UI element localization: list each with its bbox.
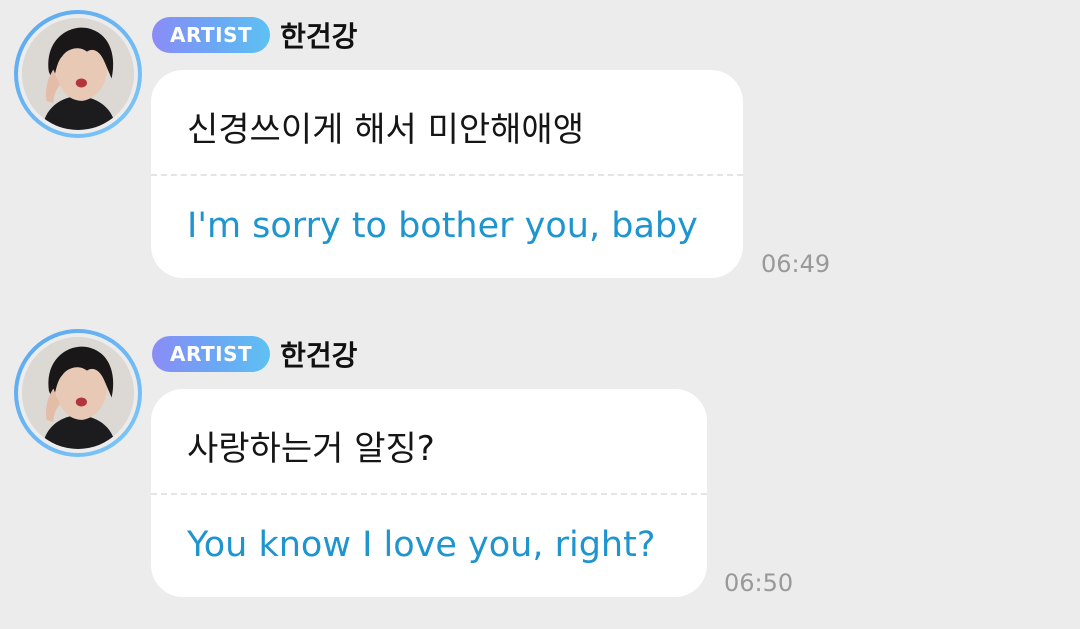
message-bubble[interactable]: 사랑하는거 알징? You know I love you, right? (151, 389, 707, 597)
divider (151, 174, 743, 176)
sender-row: ARTIST 한건강 (152, 15, 357, 55)
timestamp: 06:50 (724, 569, 794, 597)
original-text: 사랑하는거 알징? (187, 429, 435, 469)
translation-text: I'm sorry to bother you, baby (187, 206, 698, 246)
avatar-photo (22, 18, 134, 130)
sender-row: ARTIST 한건강 (152, 334, 357, 374)
artist-badge: ARTIST (152, 17, 271, 53)
translation-text: You know I love you, right? (187, 525, 656, 565)
divider (151, 493, 707, 495)
sender-name: 한건강 (280, 20, 358, 53)
timestamp: 06:49 (761, 250, 831, 278)
chat-message: ARTIST 한건강 사랑하는거 알징? You know I love you… (0, 319, 1080, 619)
avatar[interactable] (14, 329, 142, 457)
sender-name: 한건강 (280, 339, 358, 372)
message-bubble[interactable]: 신경쓰이게 해서 미안해애앵 I'm sorry to bother you, … (151, 70, 743, 278)
original-text: 신경쓰이게 해서 미안해애앵 (187, 110, 584, 150)
artist-badge: ARTIST (152, 336, 271, 372)
avatar-photo (22, 337, 134, 449)
avatar[interactable] (14, 10, 142, 138)
chat-message: ARTIST 한건강 신경쓰이게 해서 미안해애앵 I'm sorry to b… (0, 0, 1080, 300)
